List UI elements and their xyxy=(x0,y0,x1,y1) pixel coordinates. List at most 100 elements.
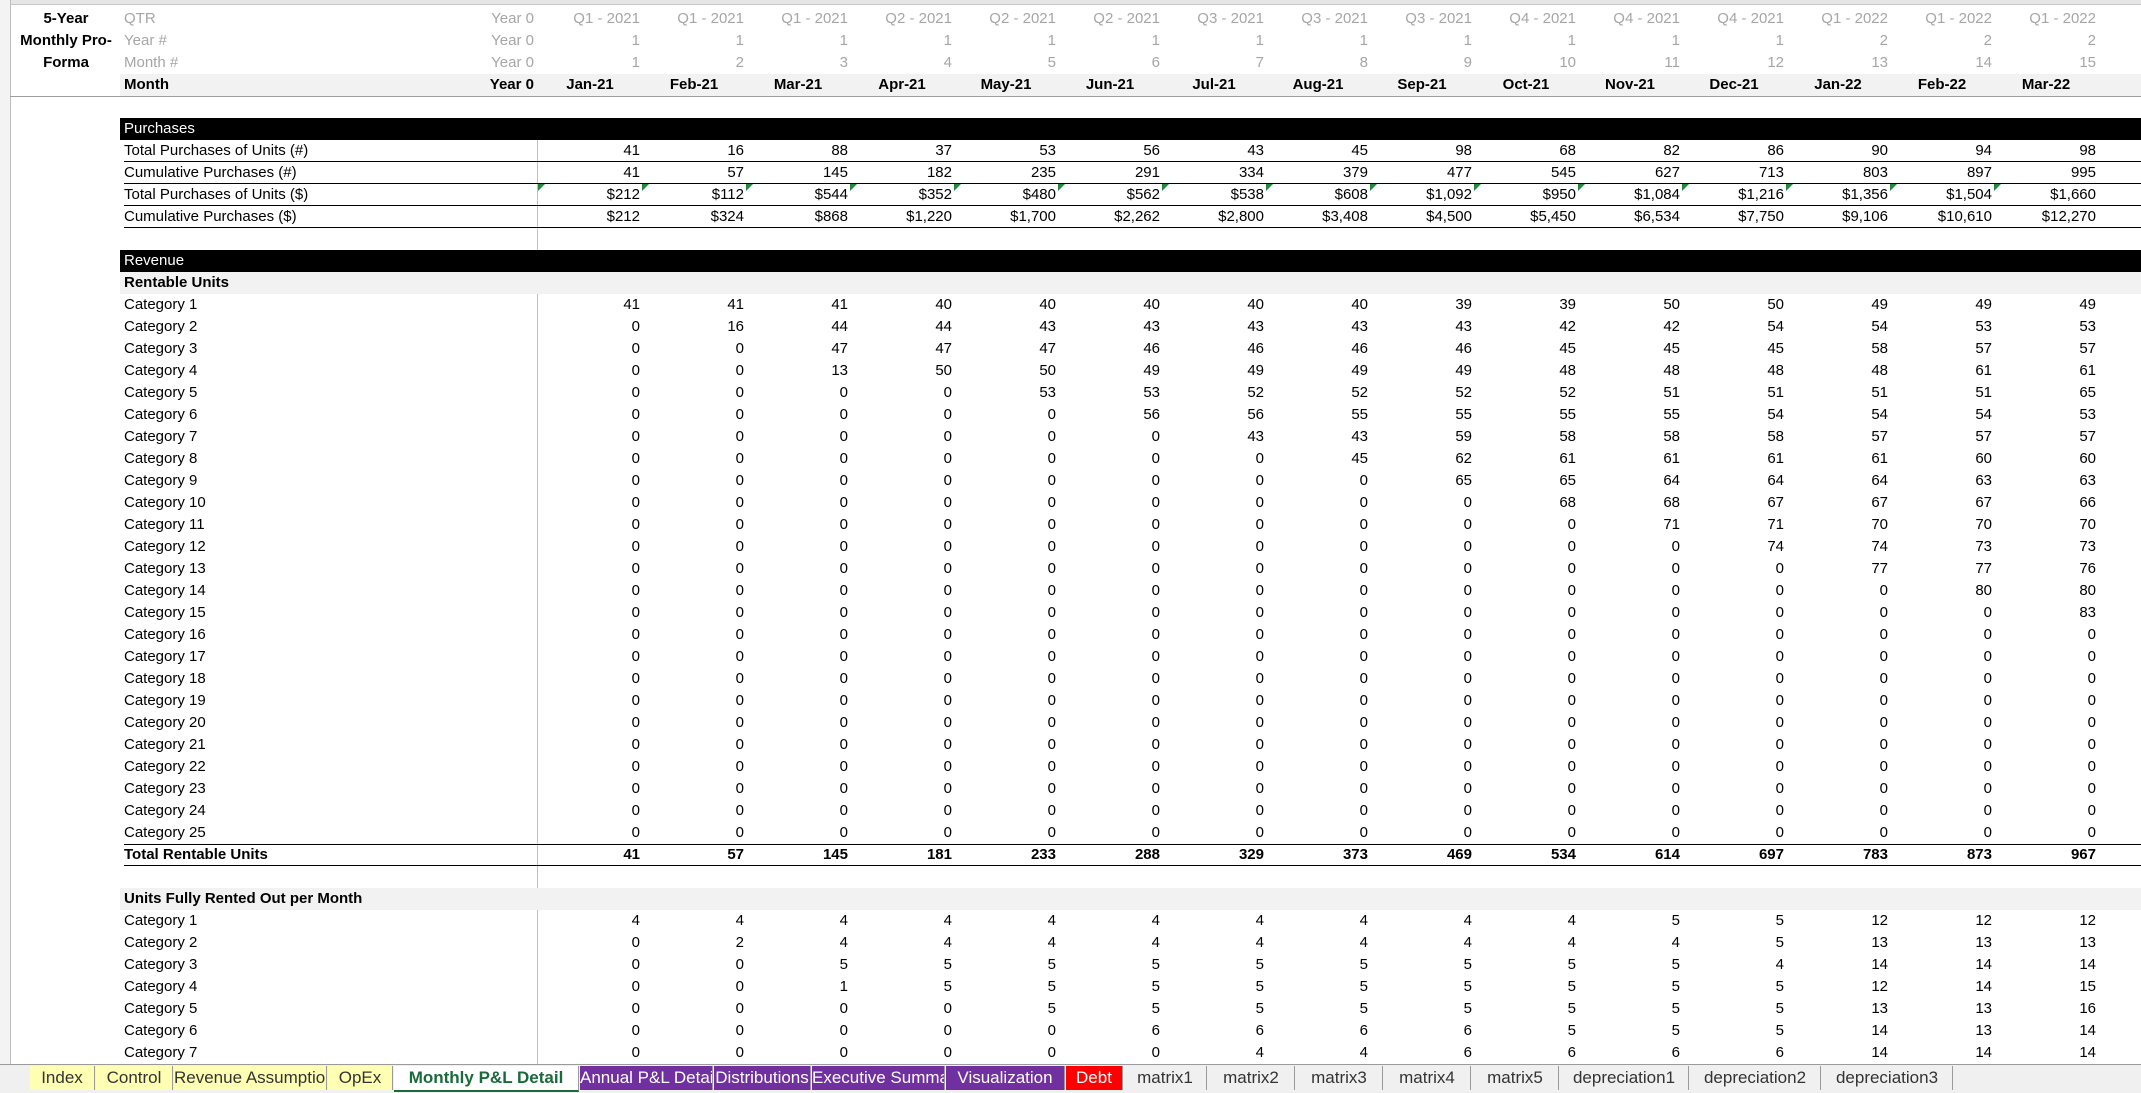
value-cell[interactable]: 0 xyxy=(852,382,952,404)
value-cell[interactable]: 0 xyxy=(1476,756,1576,778)
value-cell[interactable]: 0 xyxy=(1164,668,1264,690)
value-cell[interactable]: 0 xyxy=(644,492,744,514)
value-cell[interactable]: 76 xyxy=(1996,558,2096,580)
value-cell[interactable]: 14 xyxy=(1788,954,1888,976)
value-cell[interactable]: 5 xyxy=(1372,998,1472,1020)
value-cell[interactable]: 0 xyxy=(1684,668,1784,690)
value-cell[interactable]: 0 xyxy=(540,1042,640,1064)
value-cell[interactable]: 0 xyxy=(1684,558,1784,580)
value-cell[interactable]: 0 xyxy=(1164,558,1264,580)
value-cell[interactable]: 67 xyxy=(1684,492,1784,514)
value-cell[interactable]: 48 xyxy=(1476,360,1576,382)
value-cell[interactable]: 0 xyxy=(956,778,1056,800)
value-cell[interactable]: 48 xyxy=(1684,360,1784,382)
row-label[interactable]: Category 19 xyxy=(124,690,534,712)
value-cell[interactable]: 0 xyxy=(1788,822,1888,844)
value-cell[interactable]: 0 xyxy=(644,360,744,382)
value-cell[interactable]: 0 xyxy=(1268,778,1368,800)
value-cell[interactable]: 12 xyxy=(1788,976,1888,998)
value-cell[interactable]: 0 xyxy=(644,954,744,976)
value-cell[interactable]: 5 xyxy=(956,998,1056,1020)
value-cell[interactable]: $1,660 xyxy=(1996,184,2096,206)
value-cell[interactable]: 0 xyxy=(1060,822,1160,844)
value-cell[interactable]: 0 xyxy=(1060,690,1160,712)
value-cell[interactable]: 63 xyxy=(1892,470,1992,492)
sheet-tab[interactable]: Index xyxy=(30,1066,95,1090)
value-cell[interactable]: 0 xyxy=(1788,646,1888,668)
value-cell[interactable]: 37 xyxy=(852,140,952,162)
value-cell[interactable]: 53 xyxy=(956,382,1056,404)
sheet-tab[interactable]: Distributions xyxy=(714,1066,811,1090)
value-cell[interactable]: 13 xyxy=(1892,998,1992,1020)
value-cell[interactable]: 0 xyxy=(1164,690,1264,712)
value-cell[interactable]: 0 xyxy=(1060,426,1160,448)
value-cell[interactable]: 0 xyxy=(956,580,1056,602)
sheet-tab[interactable]: matrix2 xyxy=(1208,1066,1295,1090)
value-cell[interactable]: 0 xyxy=(1372,734,1472,756)
sheet-tab[interactable]: matrix3 xyxy=(1296,1066,1383,1090)
value-cell[interactable]: 53 xyxy=(1060,382,1160,404)
value-cell[interactable]: 0 xyxy=(1164,800,1264,822)
value-cell[interactable]: 67 xyxy=(1788,492,1888,514)
value-cell[interactable]: $112 xyxy=(644,184,744,206)
value-cell[interactable]: 5 xyxy=(956,954,1056,976)
sheet-tab[interactable]: Executive Summary xyxy=(812,1066,945,1090)
value-cell[interactable]: 0 xyxy=(852,1020,952,1042)
value-cell[interactable]: 0 xyxy=(956,536,1056,558)
value-cell[interactable]: 469 xyxy=(1372,844,1472,866)
value-cell[interactable]: 13 xyxy=(1996,932,2096,954)
value-cell[interactable]: 4 xyxy=(1580,932,1680,954)
value-cell[interactable]: 0 xyxy=(956,712,1056,734)
value-cell[interactable]: 0 xyxy=(1060,470,1160,492)
value-cell[interactable]: 5 xyxy=(1580,998,1680,1020)
row-label[interactable]: Category 24 xyxy=(124,800,534,822)
sheet-tab[interactable]: OpEx xyxy=(328,1066,393,1090)
value-cell[interactable]: 5 xyxy=(1268,976,1368,998)
value-cell[interactable]: 6 xyxy=(1684,1042,1784,1064)
value-cell[interactable]: 0 xyxy=(644,756,744,778)
value-cell[interactable]: 0 xyxy=(1476,778,1576,800)
value-cell[interactable]: 5 xyxy=(1476,976,1576,998)
value-cell[interactable]: 0 xyxy=(852,580,952,602)
value-cell[interactable]: 0 xyxy=(1580,646,1680,668)
value-cell[interactable]: $352 xyxy=(852,184,952,206)
value-cell[interactable]: 0 xyxy=(1164,712,1264,734)
value-cell[interactable]: 2 xyxy=(644,932,744,954)
value-cell[interactable]: 61 xyxy=(1580,448,1680,470)
value-cell[interactable]: 0 xyxy=(1684,822,1784,844)
value-cell[interactable]: 0 xyxy=(644,558,744,580)
row-label[interactable]: Total Purchases of Units ($) xyxy=(124,184,534,206)
value-cell[interactable]: 0 xyxy=(1268,668,1368,690)
value-cell[interactable]: 0 xyxy=(956,646,1056,668)
value-cell[interactable]: $562 xyxy=(1060,184,1160,206)
value-cell[interactable]: 0 xyxy=(1788,800,1888,822)
value-cell[interactable]: 13 xyxy=(748,360,848,382)
value-cell[interactable]: $2,262 xyxy=(1060,206,1160,228)
value-cell[interactable]: 5 xyxy=(1060,998,1160,1020)
value-cell[interactable]: 995 xyxy=(1996,162,2096,184)
value-cell[interactable]: 54 xyxy=(1892,404,1992,426)
value-cell[interactable]: $9,106 xyxy=(1788,206,1888,228)
value-cell[interactable]: 0 xyxy=(540,690,640,712)
value-cell[interactable]: 0 xyxy=(1892,822,1992,844)
value-cell[interactable]: 0 xyxy=(1060,558,1160,580)
value-cell[interactable]: 4 xyxy=(1372,932,1472,954)
value-cell[interactable]: 0 xyxy=(852,404,952,426)
value-cell[interactable]: 70 xyxy=(1788,514,1888,536)
value-cell[interactable]: 14 xyxy=(1892,1042,1992,1064)
value-cell[interactable]: 0 xyxy=(1476,822,1576,844)
value-cell[interactable]: 0 xyxy=(540,558,640,580)
value-cell[interactable]: 0 xyxy=(540,668,640,690)
value-cell[interactable]: 0 xyxy=(540,426,640,448)
value-cell[interactable]: $1,700 xyxy=(956,206,1056,228)
value-cell[interactable]: 0 xyxy=(540,734,640,756)
value-cell[interactable]: 0 xyxy=(748,404,848,426)
value-cell[interactable]: 52 xyxy=(1476,382,1576,404)
value-cell[interactable]: 14 xyxy=(1996,1020,2096,1042)
value-cell[interactable]: 0 xyxy=(644,998,744,1020)
value-cell[interactable]: 5 xyxy=(956,976,1056,998)
value-cell[interactable]: 73 xyxy=(1892,536,1992,558)
value-cell[interactable]: 83 xyxy=(1996,602,2096,624)
value-cell[interactable]: 0 xyxy=(540,338,640,360)
value-cell[interactable]: 47 xyxy=(852,338,952,360)
